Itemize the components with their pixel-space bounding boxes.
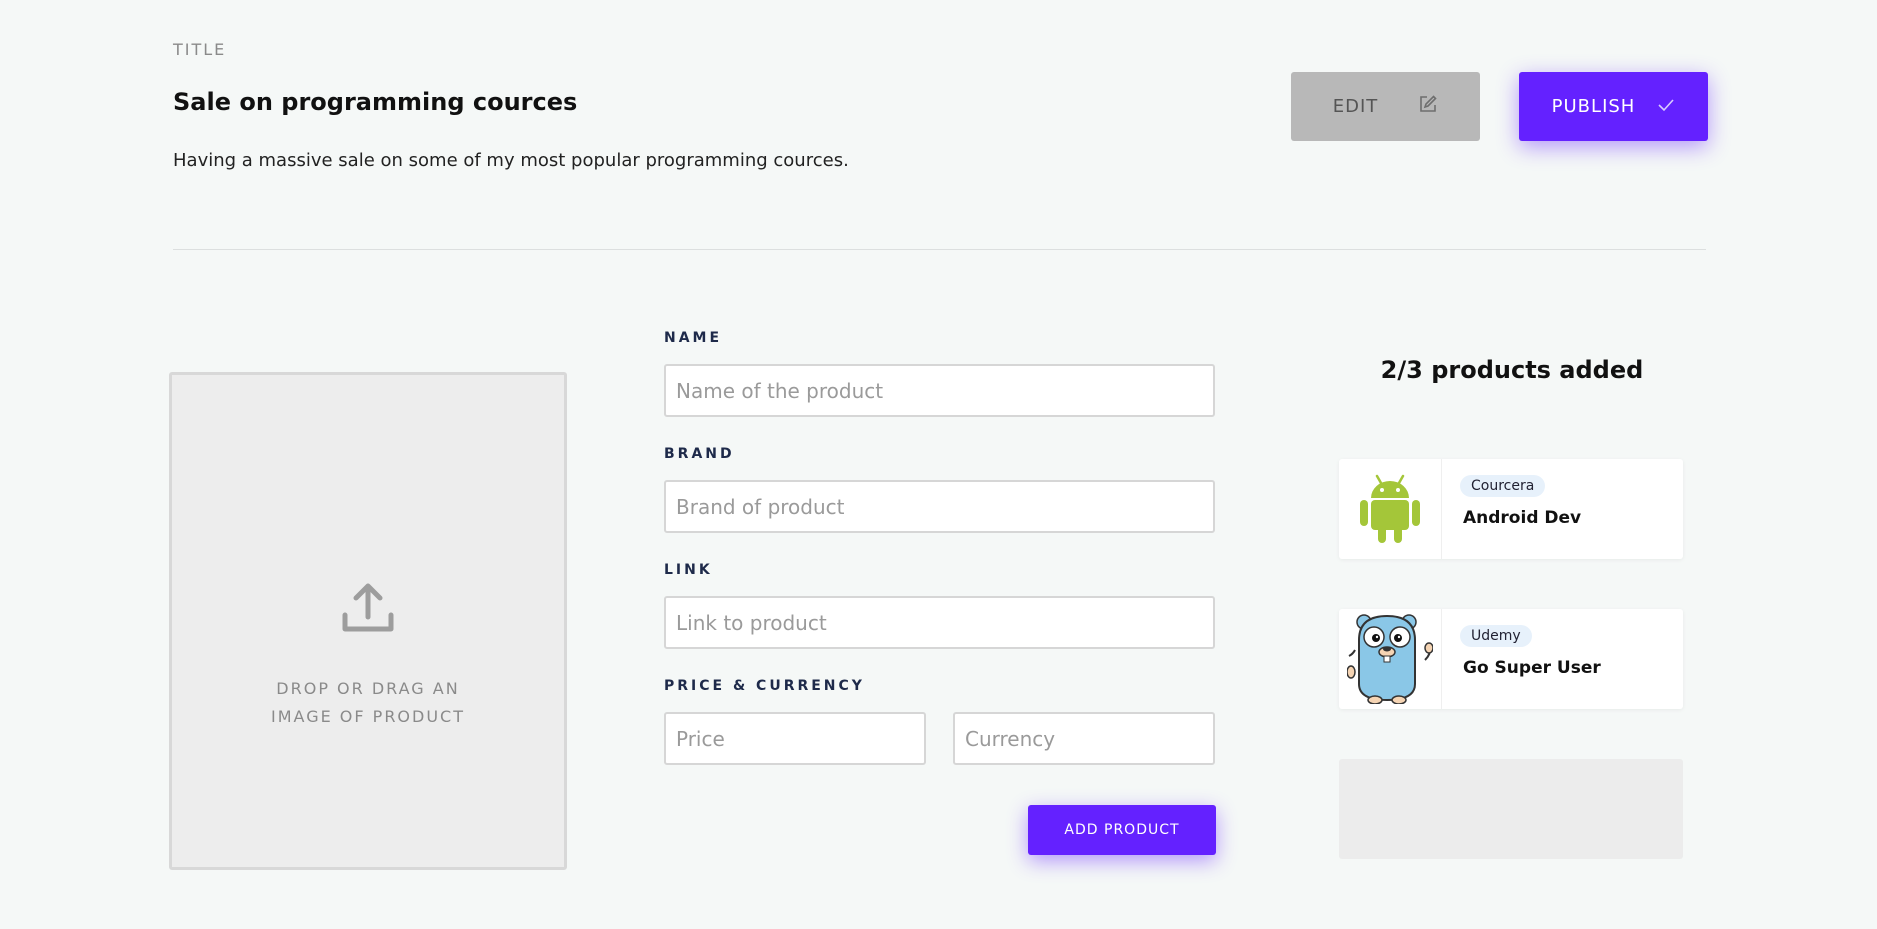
products-count: 2/3 products added	[1380, 356, 1644, 384]
product-thumb	[1339, 609, 1442, 709]
brand-input[interactable]	[664, 480, 1215, 533]
product-card[interactable]: Udemy Go Super User	[1339, 609, 1683, 709]
brand-label: BRAND	[664, 446, 735, 462]
page-title: Sale on programming cources	[173, 88, 578, 116]
gopher-icon	[1346, 610, 1434, 708]
link-label: LINK	[664, 562, 713, 578]
title-label: TITLE	[173, 40, 227, 59]
dropzone-text: DROP OR DRAG AN IMAGE OF PRODUCT	[238, 675, 498, 731]
edit-button[interactable]: EDIT	[1291, 72, 1480, 141]
add-product-button[interactable]: ADD PRODUCT	[1028, 805, 1216, 855]
product-name: Go Super User	[1463, 658, 1601, 678]
price-currency-label: PRICE & CURRENCY	[664, 678, 865, 694]
android-icon	[1358, 470, 1422, 548]
image-dropzone[interactable]: DROP OR DRAG AN IMAGE OF PRODUCT	[169, 372, 567, 870]
check-icon	[1657, 96, 1675, 117]
link-input[interactable]	[664, 596, 1215, 649]
header-divider	[173, 249, 1706, 250]
name-label: NAME	[664, 330, 723, 346]
page-description: Having a massive sale on some of my most…	[173, 150, 849, 171]
product-name: Android Dev	[1463, 508, 1582, 528]
upload-icon	[341, 581, 395, 639]
name-input[interactable]	[664, 364, 1215, 417]
brand-badge: Udemy	[1460, 625, 1532, 647]
edit-icon	[1418, 94, 1438, 119]
edit-button-label: EDIT	[1332, 96, 1379, 117]
currency-input[interactable]	[953, 712, 1215, 765]
product-thumb	[1339, 459, 1442, 559]
publish-button-label: PUBLISH	[1551, 96, 1636, 117]
dropzone-text-line2: IMAGE OF PRODUCT	[271, 707, 465, 726]
dropzone-text-line1: DROP OR DRAG AN	[276, 679, 460, 698]
empty-product-slot	[1339, 759, 1683, 859]
price-input[interactable]	[664, 712, 926, 765]
publish-button[interactable]: PUBLISH	[1519, 72, 1708, 141]
product-card[interactable]: Courcera Android Dev	[1339, 459, 1683, 559]
brand-badge: Courcera	[1460, 475, 1546, 497]
